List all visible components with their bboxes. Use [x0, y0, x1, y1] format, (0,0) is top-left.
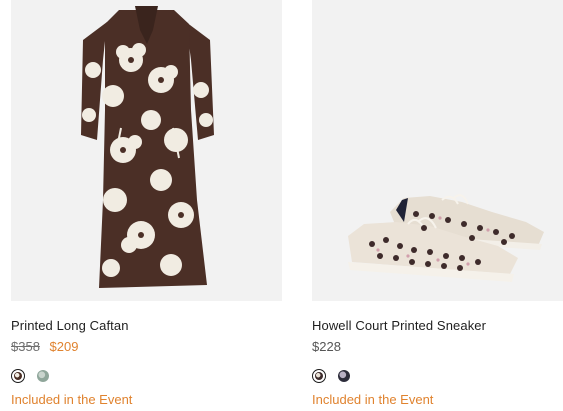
product-card-sneaker[interactable]: Howell Court Printed Sneaker $228 Includ… — [312, 0, 563, 411]
color-swatches — [11, 368, 50, 384]
caftan-dress-image — [11, 0, 282, 301]
price-row: $228 — [312, 339, 341, 354]
color-swatch-brown-floral[interactable] — [11, 369, 25, 383]
original-price: $358 — [11, 339, 40, 354]
product-name[interactable]: Howell Court Printed Sneaker — [312, 318, 486, 333]
price: $228 — [312, 339, 341, 354]
sneaker-pair-image — [312, 0, 563, 301]
event-label: Included in the Event — [312, 392, 434, 407]
color-swatch-printed-navy[interactable] — [337, 369, 351, 383]
product-card-caftan[interactable]: Printed Long Caftan $358 $209 Included i… — [11, 0, 282, 411]
product-grid: Printed Long Caftan $358 $209 Included i… — [0, 0, 563, 411]
product-name[interactable]: Printed Long Caftan — [11, 318, 129, 333]
color-swatch-printed-ivory[interactable] — [312, 369, 326, 383]
product-image-sneaker[interactable] — [312, 0, 563, 301]
event-label: Included in the Event — [11, 392, 133, 407]
color-swatch-sage[interactable] — [36, 369, 50, 383]
color-swatches — [312, 368, 351, 384]
price-row: $358 $209 — [11, 339, 78, 354]
product-image-caftan[interactable] — [11, 0, 282, 301]
sale-price: $209 — [49, 339, 79, 354]
